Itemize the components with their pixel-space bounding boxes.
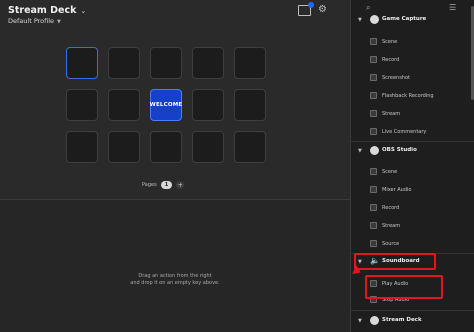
scene-icon (370, 168, 377, 175)
action-live-commentary[interactable]: Live Commentary (351, 126, 469, 138)
main-panel: Stream Deck ⌄ Default Profile ▼ ⚙ WELCOME (0, 0, 350, 332)
key-15[interactable] (234, 131, 266, 163)
action-flashback-recording[interactable]: Flashback Recording (351, 90, 469, 102)
action-label: Record (382, 57, 400, 63)
group-label: OBS Studio (382, 147, 417, 153)
pages-label: Pages (142, 182, 157, 188)
app-title[interactable]: Stream Deck ⌄ (8, 5, 86, 16)
stream-deck-app: Stream Deck ⌄ Default Profile ▼ ⚙ WELCOME (0, 0, 474, 332)
flashback-icon (370, 92, 377, 99)
group-label: Stream Deck (382, 317, 422, 323)
stream-deck-icon (370, 316, 379, 325)
search-icon[interactable]: ⌕ (366, 3, 370, 13)
action-label: Stream (382, 223, 401, 229)
profile-name: Default Profile (8, 17, 55, 25)
action-label: Live Commentary (382, 129, 427, 135)
action-label: Scene (382, 39, 398, 45)
key-9[interactable] (192, 89, 224, 121)
group-game-capture[interactable]: ▼ Game Capture (351, 14, 469, 28)
property-inspector: Drag an action from the right and drop i… (0, 200, 350, 332)
key-5[interactable] (234, 47, 266, 79)
key-10[interactable] (234, 89, 266, 121)
pages-control: Pages 1 + (142, 181, 185, 189)
action-stream[interactable]: Stream (351, 220, 469, 232)
empty-hint: Drag an action from the right and drop i… (0, 273, 350, 287)
chevron-down-icon: ▼ (57, 19, 61, 25)
annotation-soundboard-highlight (354, 253, 436, 270)
key-7[interactable] (108, 89, 140, 121)
action-label: Scene (382, 169, 398, 175)
screenshot-icon (370, 74, 377, 81)
action-mixer-audio[interactable]: Mixer Audio (351, 184, 469, 196)
divider (351, 310, 474, 311)
app-title-text: Stream Deck (8, 5, 77, 16)
record-icon (370, 204, 377, 211)
chevron-down-icon: ▼ (358, 148, 362, 154)
action-record[interactable]: Record (351, 54, 469, 66)
hint-line-1: Drag an action from the right (138, 273, 212, 279)
key-2[interactable] (108, 47, 140, 79)
stream-icon (370, 222, 377, 229)
group-label: Game Capture (382, 16, 427, 22)
record-icon (370, 56, 377, 63)
chevron-down-icon: ⌄ (80, 7, 87, 15)
action-label: Screenshot (382, 75, 410, 81)
notification-badge (308, 2, 314, 8)
key-welcome[interactable]: WELCOME (150, 89, 182, 121)
action-record[interactable]: Record (351, 202, 469, 214)
action-label: Mixer Audio (382, 187, 412, 193)
group-obs-studio[interactable]: ▼ OBS Studio (351, 145, 469, 159)
key-3[interactable] (150, 47, 182, 79)
key-13[interactable] (150, 131, 182, 163)
game-capture-icon (370, 15, 379, 24)
key-grid: WELCOME (66, 47, 272, 167)
action-scene[interactable]: Scene (351, 36, 469, 48)
action-screenshot[interactable]: Screenshot (351, 72, 469, 84)
action-scene[interactable]: Scene (351, 166, 469, 178)
action-source[interactable]: Source (351, 238, 469, 250)
add-page-button[interactable]: + (176, 181, 185, 189)
live-commentary-icon (370, 128, 377, 135)
source-icon (370, 240, 377, 247)
profile-selector[interactable]: Default Profile ▼ (8, 17, 61, 25)
chevron-down-icon: ▼ (358, 318, 362, 324)
key-4[interactable] (192, 47, 224, 79)
key-1[interactable] (66, 47, 98, 79)
page-number-button[interactable]: 1 (160, 181, 173, 189)
action-label: Source (382, 241, 400, 247)
annotation-play-audio-highlight (365, 275, 443, 299)
action-label: Stream (382, 111, 401, 117)
key-welcome-label: WELCOME (149, 102, 183, 108)
key-11[interactable] (66, 131, 98, 163)
obs-icon (370, 146, 379, 155)
action-stream[interactable]: Stream (351, 108, 469, 120)
group-stream-deck[interactable]: ▼ Stream Deck (351, 315, 469, 329)
gear-icon[interactable]: ⚙ (318, 4, 327, 15)
key-14[interactable] (192, 131, 224, 163)
chevron-down-icon: ▼ (358, 17, 362, 23)
mixer-audio-icon (370, 186, 377, 193)
list-view-icon[interactable]: ☰ (449, 3, 456, 12)
stream-icon (370, 110, 377, 117)
divider (351, 141, 474, 142)
key-6[interactable] (66, 89, 98, 121)
action-label: Record (382, 205, 400, 211)
scene-icon (370, 38, 377, 45)
action-label: Flashback Recording (382, 93, 434, 99)
hint-line-2: and drop it on an empty key above. (130, 280, 220, 286)
key-12[interactable] (108, 131, 140, 163)
